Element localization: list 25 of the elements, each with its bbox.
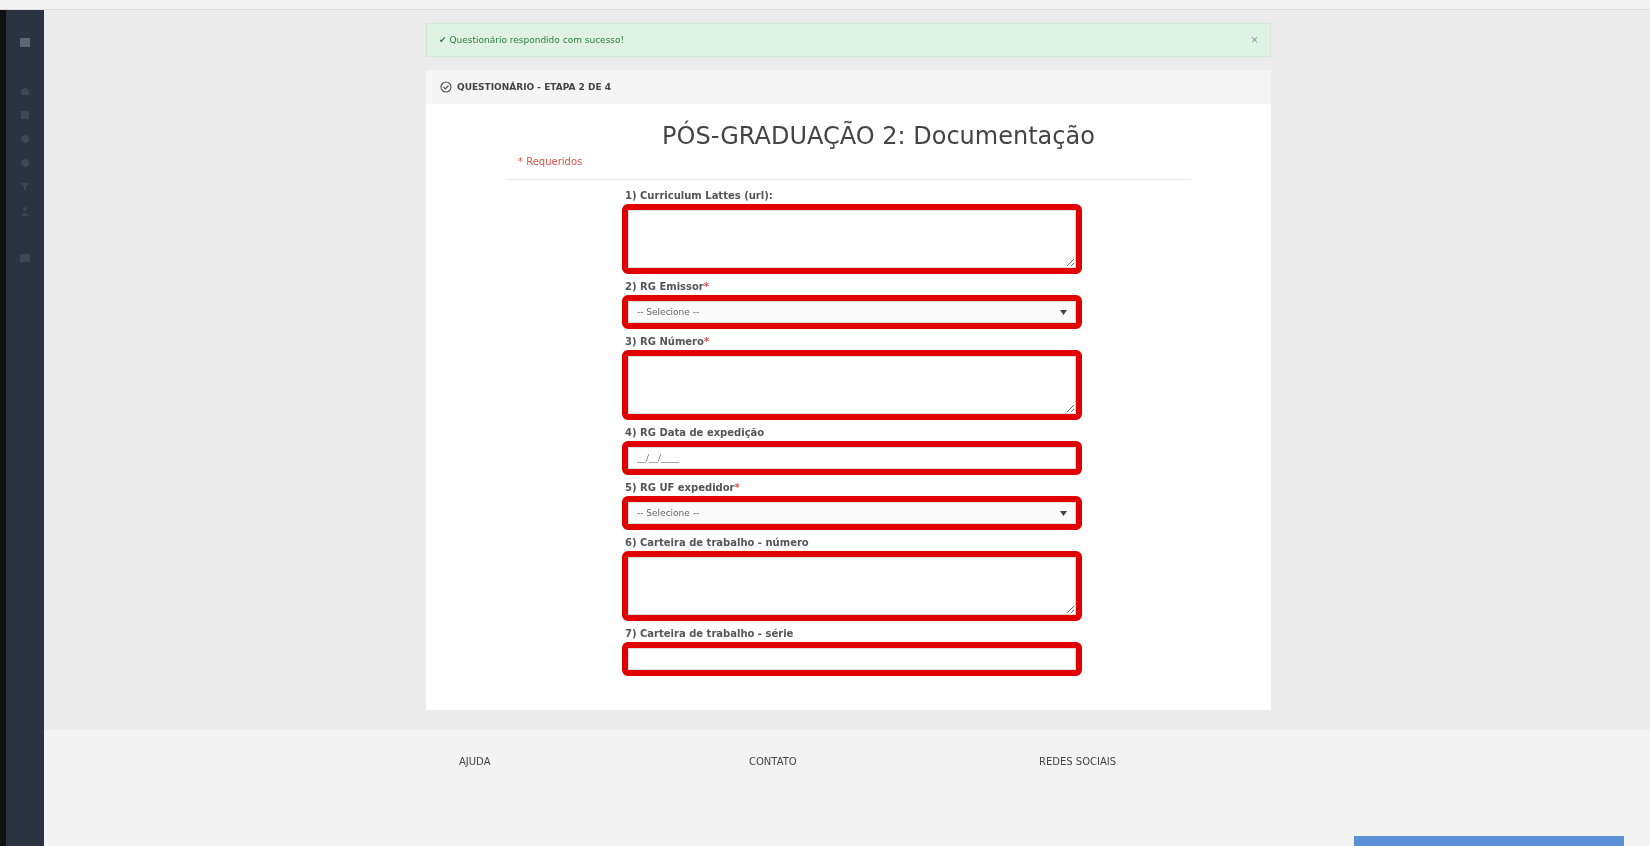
- form-title: PÓS-GRADUAÇÃO 2: Documentação: [661, 122, 1096, 150]
- footer-heading: CONTATO: [749, 756, 798, 767]
- select-field[interactable]: -- Selecione --: [628, 301, 1076, 323]
- field-label: 1) Curriculum Lattes (url):: [624, 190, 774, 201]
- check-circle-icon: [440, 81, 452, 93]
- footer-heading: AJUDA: [459, 756, 492, 767]
- card-header-title: QUESTIONÁRIO - ETAPA 2 DE 4: [457, 82, 611, 92]
- field-label: 6) Carteira de trabalho - número: [624, 537, 810, 548]
- field-label: 4) RG Data de expedição: [624, 427, 766, 438]
- field-label: 2) RG Emissor*: [624, 281, 711, 292]
- footer-heading: REDES SOCIAIS: [1039, 756, 1118, 767]
- text-area[interactable]: [628, 210, 1076, 268]
- dropdown-caret-icon: [1060, 309, 1067, 315]
- alert-message: ✔ Questionário respondido com sucesso!: [439, 35, 625, 45]
- input-field[interactable]: __/__/____: [628, 447, 1076, 469]
- field-label: 5) RG UF expedidor*: [624, 482, 741, 493]
- input-field[interactable]: [628, 648, 1076, 670]
- field-label: 3) RG Número*: [624, 336, 711, 347]
- chat-bar[interactable]: [1354, 836, 1624, 846]
- select-field[interactable]: -- Selecione --: [628, 502, 1076, 524]
- dropdown-caret-icon: [1060, 510, 1067, 516]
- text-area[interactable]: [628, 557, 1076, 615]
- text-area[interactable]: [628, 356, 1076, 414]
- required-note: * Requeridos: [517, 156, 584, 167]
- field-label: 7) Carteira de trabalho - série: [624, 628, 795, 639]
